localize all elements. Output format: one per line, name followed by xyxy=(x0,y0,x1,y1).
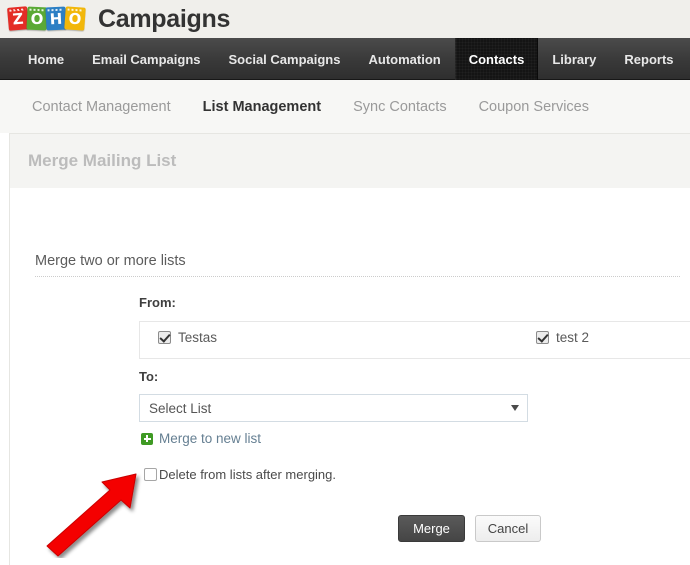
nav-item-home[interactable]: Home xyxy=(14,38,78,80)
subnav-item-list-management[interactable]: List Management xyxy=(187,99,337,115)
delete-after-merge-option[interactable]: Delete from lists after merging. xyxy=(144,467,336,482)
sub-navigation: Contact Management List Management Sync … xyxy=(0,80,690,133)
merge-form-panel: Merge two or more lists From: Testas tes… xyxy=(9,188,690,565)
subnav-item-sync-contacts[interactable]: Sync Contacts xyxy=(337,99,463,115)
nav-item-email-campaigns[interactable]: Email Campaigns xyxy=(78,38,214,80)
brand-header: Z O H O Campaigns xyxy=(0,0,690,38)
to-label: To: xyxy=(139,369,159,384)
source-list-label-test-2: test 2 xyxy=(556,330,590,345)
subnav-item-contact-management[interactable]: Contact Management xyxy=(16,99,187,115)
target-list-select-value: Select List xyxy=(149,400,212,416)
nav-item-social-campaigns[interactable]: Social Campaigns xyxy=(215,38,355,80)
page-title-bar: Merge Mailing List xyxy=(9,133,690,188)
from-label: From: xyxy=(139,295,176,310)
chevron-down-icon xyxy=(511,405,519,411)
delete-after-merge-label: Delete from lists after merging. xyxy=(159,467,337,482)
source-list-label-testas: Testas xyxy=(178,330,218,345)
nav-item-reports[interactable]: Reports xyxy=(610,38,687,80)
checkbox-test-2[interactable] xyxy=(536,331,549,344)
source-list-option-testas[interactable]: Testas xyxy=(158,330,217,345)
nav-item-contacts[interactable]: Contacts xyxy=(454,38,539,80)
section-heading: Merge two or more lists xyxy=(35,253,186,269)
checkbox-delete-after-merge[interactable] xyxy=(144,468,157,481)
merge-to-new-list-link[interactable]: Merge to new list xyxy=(141,431,261,446)
target-list-select[interactable]: Select List xyxy=(139,394,528,422)
section-divider xyxy=(35,276,680,277)
page-title: Merge Mailing List xyxy=(28,151,177,170)
merge-to-new-list-label: Merge to new list xyxy=(159,431,262,446)
source-list-panel: Testas test 2 xyxy=(139,321,690,359)
zoho-logo[interactable]: Z O H O xyxy=(7,6,86,31)
logo-tile-o-yellow: O xyxy=(64,6,86,31)
section-heading-block: Merge two or more lists xyxy=(35,253,680,277)
merge-button[interactable]: Merge xyxy=(398,515,465,542)
subnav-item-coupon-services[interactable]: Coupon Services xyxy=(463,99,605,115)
plus-square-icon xyxy=(141,432,153,445)
zoho-campaigns-page: Z O H O Campaigns Home Email Campaigns S… xyxy=(0,0,690,565)
checkbox-testas[interactable] xyxy=(158,331,171,344)
nav-item-library[interactable]: Library xyxy=(538,38,610,80)
form-actions: Merge Cancel xyxy=(398,515,541,542)
main-navigation: Home Email Campaigns Social Campaigns Au… xyxy=(0,38,690,80)
nav-item-automation[interactable]: Automation xyxy=(354,38,454,80)
source-list-option-test-2[interactable]: test 2 xyxy=(536,330,589,345)
cancel-button[interactable]: Cancel xyxy=(475,515,541,542)
product-name: Campaigns xyxy=(98,4,231,33)
logo-tile-o-green: O xyxy=(26,6,48,31)
